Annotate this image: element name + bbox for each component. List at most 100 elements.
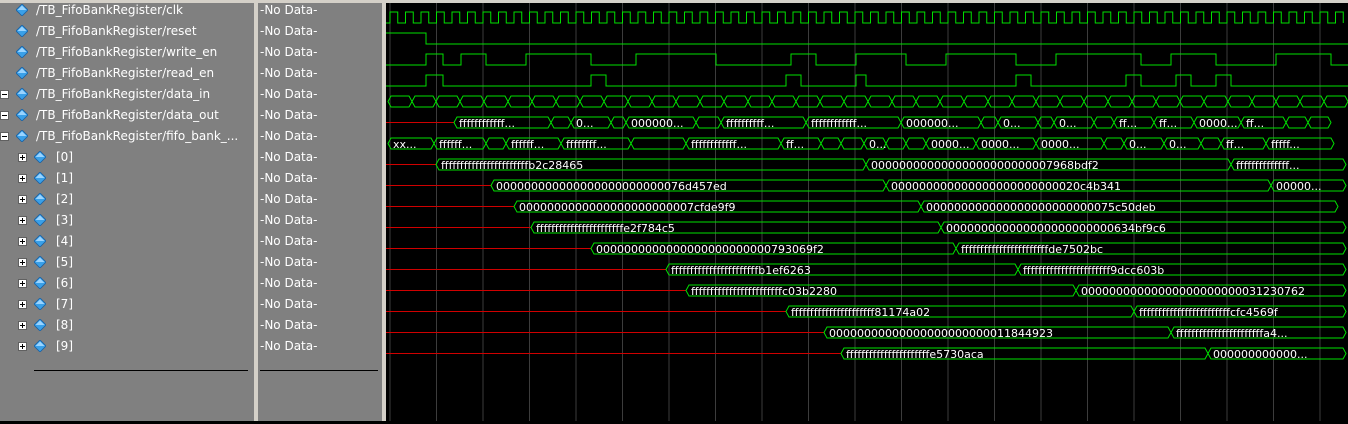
signal-diamond-icon: [33, 339, 47, 353]
fifo-bank-bus-segment: [885, 137, 907, 150]
fifo-bank-bus-value-label: 0000...: [931, 138, 969, 151]
signal-value: -No Data-: [260, 213, 318, 227]
signal-name-pane[interactable]: /TB_FifoBankRegister/clk/TB_FifoBankRegi…: [0, 0, 254, 421]
signal-value: -No Data-: [260, 192, 318, 206]
signal-row[interactable]: [6]: [0, 273, 254, 294]
fifo-element-7-bus-value-label: ffffffffffffffffffffffffcfc4569f: [1139, 306, 1279, 319]
signal-row[interactable]: /TB_FifoBankRegister/fifo_bank_...: [0, 126, 254, 147]
data-in-bus-segment: [603, 95, 629, 108]
data-in-bus-segment: [1179, 95, 1205, 108]
signal-row[interactable]: [9]: [0, 336, 254, 357]
fifo-element-2-bus-value-label: 0000000000000000000000007cfde9f9: [519, 201, 736, 214]
expand-icon[interactable]: [18, 216, 27, 225]
data-out-bus-value-label: ffffffffffff...: [459, 117, 515, 130]
fifo-element-5-bus-value-label: fffffffffffffffffffffff9dcc603b: [1023, 264, 1164, 277]
fifo-element-9-bus-value-label: 000000000000...: [1213, 348, 1307, 361]
signal-value-pane[interactable]: -No Data- -No Data- -No Data- -No Data- -No …: [258, 0, 382, 421]
waveform-canvas[interactable]: ffffffffffff... 0... 000000... ffffffffff..…: [386, 0, 1348, 421]
fifo-element-0-bus-value-label: ffffffffffffff...: [1236, 159, 1300, 172]
signal-row[interactable]: /TB_FifoBankRegister/read_en: [0, 63, 254, 84]
signal-diamond-icon: [15, 24, 29, 38]
fifo-element-0-bus-value-label: 00000000000000000000000007968bdf2: [871, 159, 1099, 172]
data-in-bus-segment: [1251, 95, 1277, 108]
signal-row[interactable]: /TB_FifoBankRegister/data_out: [0, 105, 254, 126]
expand-icon[interactable]: [18, 153, 27, 162]
data-out-bus-value-label: 0...: [1003, 117, 1021, 130]
signal-row[interactable]: [2]: [0, 189, 254, 210]
signal-row[interactable]: /TB_FifoBankRegister/reset: [0, 21, 254, 42]
data-out-bus-value-label: 0000...: [1199, 117, 1237, 130]
signal-value: -No Data-: [260, 66, 318, 80]
data-in-bus-segment: [459, 95, 485, 108]
data-in-bus-segment: [411, 95, 437, 108]
data-out-bus-value-label: ffffffffffff...: [811, 117, 867, 130]
fifo-bank-bus-value-label: ffffff...: [511, 138, 544, 151]
data-in-bus-segment: [891, 95, 917, 108]
signal-diamond-icon: [33, 276, 47, 290]
header-rule: [0, 0, 1348, 3]
signal-row[interactable]: /TB_FifoBankRegister/data_in: [0, 84, 254, 105]
signal-row[interactable]: [1]: [0, 168, 254, 189]
expand-icon[interactable]: [18, 258, 27, 267]
signal-diamond-icon: [15, 66, 29, 80]
signal-diamond-icon: [15, 45, 29, 59]
collapse-icon[interactable]: [0, 90, 9, 99]
signal-diamond-icon: [15, 129, 29, 143]
expand-icon[interactable]: [18, 300, 27, 309]
fifo-bank-bus-segment: [905, 137, 927, 150]
signal-row[interactable]: /TB_FifoBankRegister/write_en: [0, 42, 254, 63]
expand-icon[interactable]: [18, 321, 27, 330]
row-separator: [34, 370, 248, 371]
signal-value: -No Data-: [260, 108, 318, 122]
data-in-bus-segment: [435, 95, 461, 108]
collapse-icon[interactable]: [0, 111, 9, 120]
data-in-bus-segment: [1011, 95, 1037, 108]
signal-diamond-icon: [15, 3, 29, 17]
collapse-icon[interactable]: [0, 132, 9, 141]
expand-icon[interactable]: [18, 195, 27, 204]
fifo-bank-bus-segment: [1200, 137, 1222, 150]
signal-name: [2]: [56, 192, 73, 206]
data-in-bus-segment: [507, 95, 533, 108]
data-out-bus-value-label: 000000...: [631, 117, 683, 130]
signal-row[interactable]: [7]: [0, 294, 254, 315]
signal-value: -No Data-: [260, 171, 318, 185]
expand-icon[interactable]: [18, 174, 27, 183]
data-in-bus-segment: [1323, 95, 1348, 108]
fifo-bank-bus-value-label: fffff...: [1271, 138, 1300, 151]
data-out-bus-segment: [1037, 116, 1055, 129]
signal-row[interactable]: [4]: [0, 231, 254, 252]
expand-icon[interactable]: [18, 237, 27, 246]
signal-row[interactable]: /TB_FifoBankRegister/clk: [0, 0, 254, 21]
data-in-bus-segment: [1227, 95, 1253, 108]
data-out-bus-segment: [550, 116, 572, 129]
signal-diamond-icon: [15, 108, 29, 122]
fifo-bank-bus-value-label: 0000...: [981, 138, 1019, 151]
data-in-bus-segment: [1203, 95, 1229, 108]
fifo-element-8-bus-value-label: 00000000000000000000000011844923: [829, 327, 1053, 340]
data-in-bus-segment: [771, 95, 797, 108]
signal-row[interactable]: [5]: [0, 252, 254, 273]
signal-row[interactable]: [3]: [0, 210, 254, 231]
fifo-element-4-bus-value-label: 0000000000000000000000000793069f2: [596, 243, 824, 256]
data-in-bus-segment: [387, 95, 413, 108]
fifo-element-3-bus-value-label: fffffffffffffffffffffffe2f784c5: [536, 222, 675, 235]
data-in-bus-segment: [867, 95, 893, 108]
signal-name: [5]: [56, 255, 73, 269]
data-out-bus-value-label: ff...: [1119, 117, 1137, 130]
signal-row[interactable]: [8]: [0, 315, 254, 336]
fifo-element-9-bus-value-label: ffffffffffffffffffffffe5730aca: [846, 348, 984, 361]
expand-icon[interactable]: [18, 342, 27, 351]
signal-diamond-icon: [33, 234, 47, 248]
signal-row[interactable]: [0]: [0, 147, 254, 168]
signal-diamond-icon: [33, 192, 47, 206]
fifo-element-6-bus-value-label: 00000000000000000000000031230762: [1081, 285, 1305, 298]
waveform-pane[interactable]: ffffffffffff... 0... 000000... ffffffffff..…: [386, 0, 1348, 421]
fifo-element-1-bus-value-label: 000000000000000000000000020c4b341: [891, 180, 1121, 193]
signal-name: /TB_FifoBankRegister/clk: [36, 3, 184, 17]
signal-name: [3]: [56, 213, 73, 227]
signal-name: [0]: [56, 150, 73, 164]
data-in-bus-segment: [699, 95, 725, 108]
fifo-element-7-bus-value-label: ffffffffffffffffffffff81174a02: [791, 306, 930, 319]
expand-icon[interactable]: [18, 279, 27, 288]
